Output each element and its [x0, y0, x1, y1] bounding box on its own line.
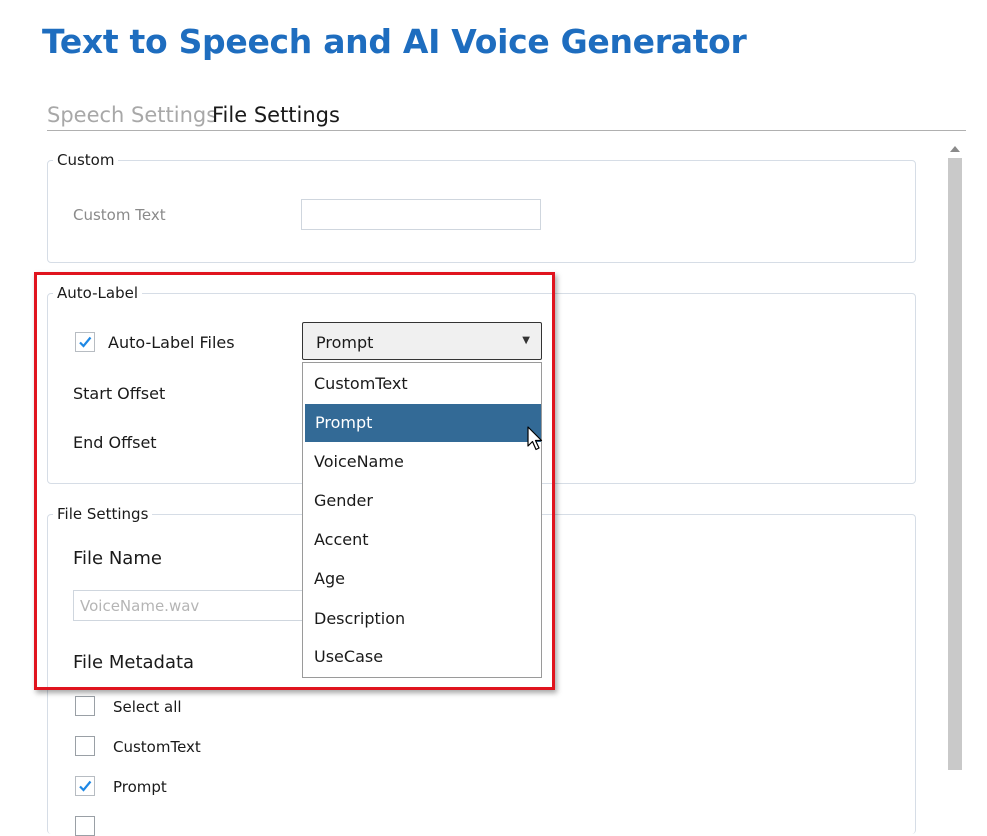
tab-speech-settings[interactable]: Speech Settings: [47, 103, 217, 127]
tab-divider: [47, 130, 966, 131]
checkmark-icon: [79, 780, 92, 792]
custom-group-title: Custom: [53, 151, 119, 169]
next-metadata-checkbox[interactable]: [75, 816, 95, 836]
highlight-annotation-box: [34, 272, 555, 690]
customtext-metadata-label: CustomText: [113, 738, 201, 756]
scroll-up-arrow-icon[interactable]: [948, 143, 962, 155]
custom-text-input[interactable]: [301, 199, 541, 230]
prompt-metadata-checkbox[interactable]: [75, 776, 95, 796]
prompt-metadata-label: Prompt: [113, 778, 167, 796]
custom-text-label: Custom Text: [73, 206, 166, 224]
customtext-metadata-checkbox[interactable]: [75, 736, 95, 756]
select-all-label: Select all: [113, 698, 182, 716]
app-title: Text to Speech and AI Voice Generator: [42, 22, 747, 61]
select-all-checkbox[interactable]: [75, 696, 95, 716]
vertical-scrollbar[interactable]: [948, 158, 962, 770]
tab-file-settings[interactable]: File Settings: [212, 103, 340, 127]
